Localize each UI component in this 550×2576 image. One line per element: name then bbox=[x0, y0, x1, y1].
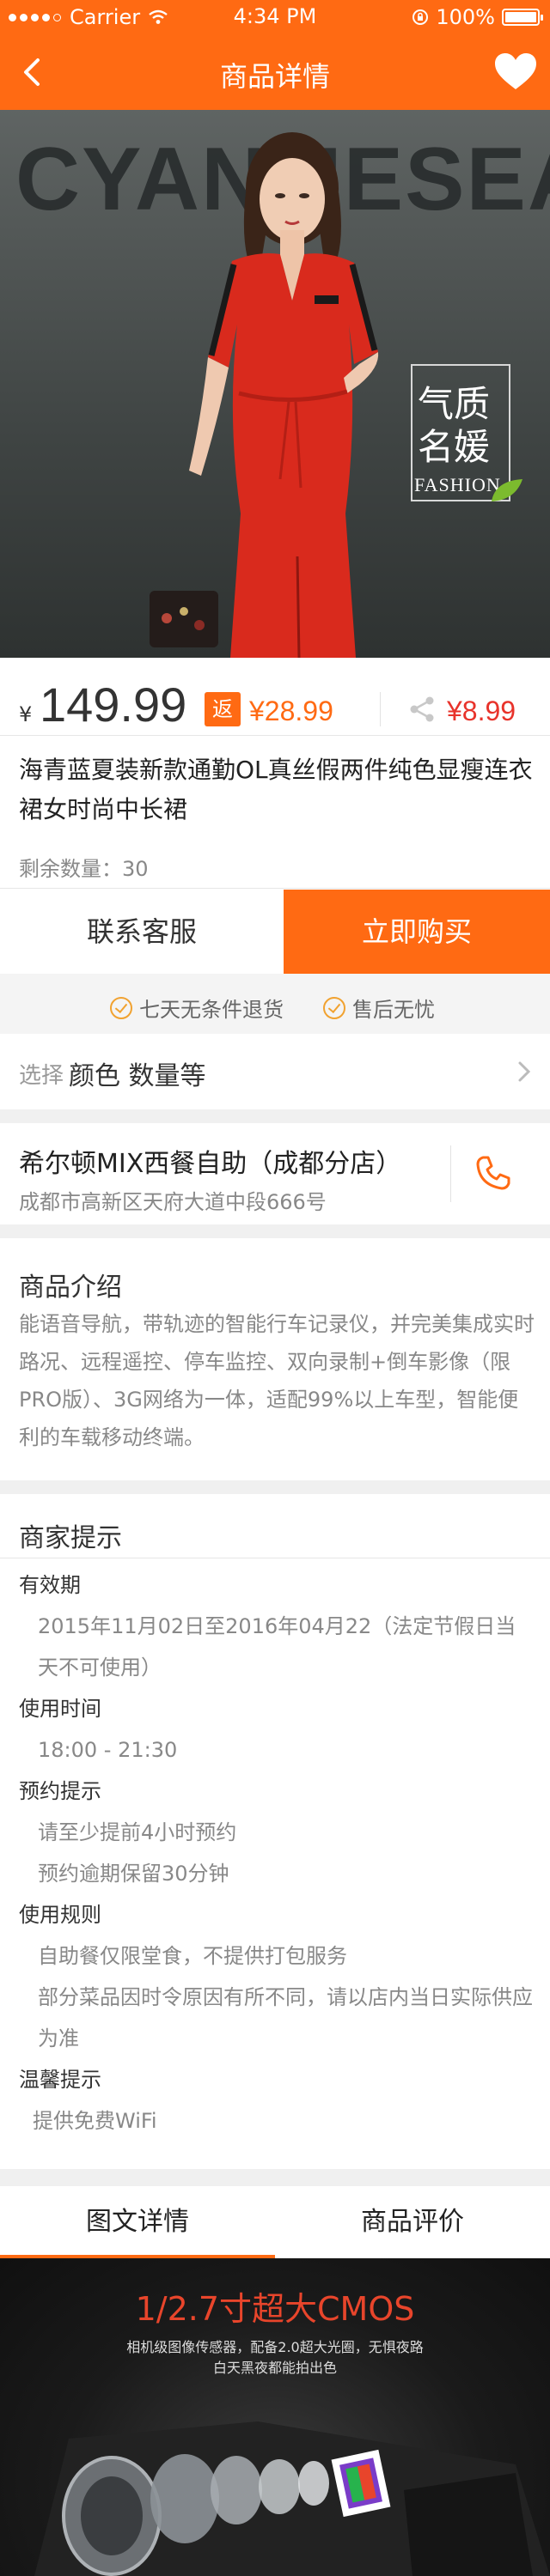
guarantee-label: 七天无条件退货 bbox=[139, 998, 284, 1022]
detail-tabs: 图文详情 商品评价 bbox=[0, 2186, 550, 2258]
price-divider bbox=[380, 692, 381, 726]
tip-heading: 预约提示 bbox=[19, 1779, 101, 1803]
check-circle-icon bbox=[110, 996, 132, 1019]
camera-lens-illustration bbox=[34, 2421, 550, 2576]
merchant-tips-title: 商家提示 bbox=[19, 1523, 122, 1553]
stamp-title: 气质 名媛 bbox=[418, 383, 491, 468]
rebate-price: ¥28.99 bbox=[249, 696, 333, 726]
tip-heading: 有效期 bbox=[19, 1573, 81, 1597]
leaf-icon bbox=[492, 479, 522, 501]
page-title: 商品详情 bbox=[219, 60, 330, 93]
tip-heading: 使用时间 bbox=[19, 1697, 101, 1721]
select-label: 选择 bbox=[19, 1063, 64, 1089]
merchant-tips: 有效期 2015年11月02日至2016年04月22（法定节假日当天不可使用） … bbox=[19, 1564, 535, 2142]
tip-line: 部分菜品因时令原因有所不同，请以店内当日实际供应为准 bbox=[38, 1985, 533, 2050]
tip-line: 18:00 - 21:30 bbox=[38, 1738, 178, 1762]
section-gap bbox=[0, 2169, 550, 2186]
battery-percent: 100% bbox=[436, 5, 495, 29]
product-hero-image: CYANMESEA 气质 名媛 FASHIO bbox=[0, 110, 550, 658]
guarantee-bar: 七天无条件退货 售后无忧 bbox=[0, 974, 550, 1034]
check-circle-icon bbox=[323, 996, 345, 1019]
tip-heading: 温馨提示 bbox=[19, 2068, 101, 2092]
select-value: 颜色 数量等 bbox=[69, 1061, 206, 1091]
tip-line: 2015年11月02日至2016年04月22（法定节假日当天不可使用） bbox=[38, 1614, 516, 1680]
model-figure bbox=[150, 132, 379, 658]
stock-count: 剩余数量：30 bbox=[19, 857, 149, 881]
intro-text: 能语音导航，带轨迹的智能行车记录仪，并完美集成实时路况、远程遥控、停车监控、双向… bbox=[19, 1312, 535, 1449]
intro-title: 商品介绍 bbox=[19, 1273, 122, 1303]
tip-line: 提供免费WiFi bbox=[33, 2109, 157, 2133]
tip-heading: 使用规则 bbox=[19, 1903, 101, 1927]
chevron-right-icon bbox=[518, 1061, 531, 1082]
promo-subtitle: 白天黑夜都能拍出色 bbox=[212, 2360, 337, 2376]
promo-subtitle: 相机级图像传感器，配备2.0超大光圈，无惧夜路 bbox=[126, 2339, 424, 2355]
guarantee-item: 七天无条件退货 bbox=[110, 993, 284, 1023]
store-info: 希尔顿MIX西餐自助（成都分店） 成都市高新区天府大道中段666号 bbox=[0, 1123, 550, 1224]
product-detail-image: 1/2.7寸超大CMOS 相机级图像传感器，配备2.0超大光圈，无惧夜路 白天黑… bbox=[0, 2258, 550, 2576]
battery-icon bbox=[502, 9, 543, 26]
guarantee-label: 售后无忧 bbox=[352, 998, 435, 1022]
product-name: 海青蓝夏装新款通勤OL真丝假两件纯色显瘦连衣裙女时尚中长裙 bbox=[19, 756, 533, 823]
contact-service-button[interactable]: 联系客服 bbox=[0, 890, 284, 974]
divider bbox=[0, 888, 550, 889]
share-reward-price: ¥8.99 bbox=[447, 696, 516, 726]
guarantee-item: 售后无忧 bbox=[323, 993, 435, 1023]
buy-now-button[interactable]: 立即购买 bbox=[284, 890, 550, 974]
divider bbox=[0, 735, 550, 736]
price-currency: ¥ bbox=[19, 702, 33, 726]
spec-select-row[interactable]: 选择 颜色 数量等 bbox=[0, 1034, 550, 1109]
share-icon[interactable] bbox=[409, 696, 437, 723]
promo-headline: 1/2.7寸超大CMOS bbox=[135, 2290, 415, 2328]
section-gap bbox=[0, 1480, 550, 1494]
store-name: 希尔顿MIX西餐自助（成都分店） bbox=[19, 1149, 402, 1179]
store-address: 成都市高新区天府大道中段666号 bbox=[19, 1190, 327, 1214]
section-gap bbox=[0, 1109, 550, 1123]
tab-image-detail[interactable]: 图文详情 bbox=[0, 2186, 275, 2258]
tip-line: 预约逾期保留30分钟 bbox=[38, 1862, 229, 1886]
phone-icon[interactable] bbox=[473, 1152, 514, 1194]
rotation-lock-icon bbox=[412, 9, 429, 25]
section-gap bbox=[0, 1224, 550, 1238]
store-divider bbox=[450, 1145, 451, 1202]
tip-line: 请至少提前4小时预约 bbox=[38, 1820, 237, 1844]
status-bar: Carrier 4:34 PM 100% bbox=[0, 0, 550, 34]
heart-icon[interactable] bbox=[493, 52, 538, 93]
current-price: 149.99 bbox=[40, 677, 187, 732]
tab-reviews[interactable]: 商品评价 bbox=[275, 2186, 550, 2258]
price-bar: ¥ 149.99 返 ¥28.99 ¥8.99 bbox=[0, 658, 550, 735]
rebate-badge: 返 bbox=[205, 692, 241, 726]
status-right: 100% bbox=[412, 5, 543, 29]
nav-bar: 商品详情 bbox=[0, 34, 550, 110]
tip-line: 自助餐仅限堂食，不提供打包服务 bbox=[38, 1944, 347, 1968]
